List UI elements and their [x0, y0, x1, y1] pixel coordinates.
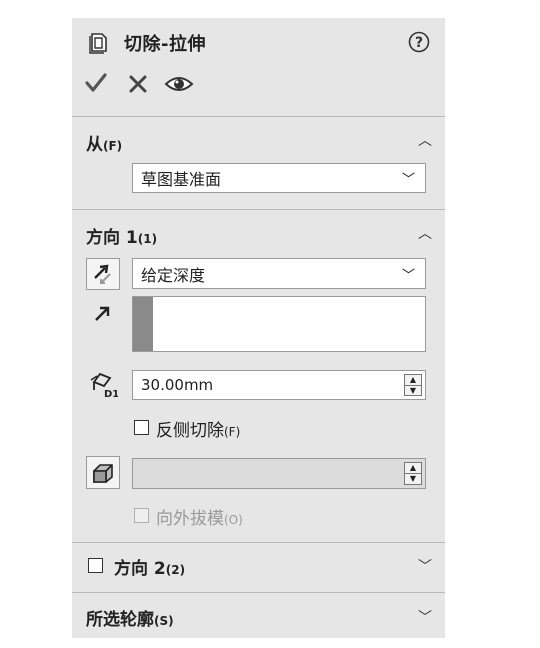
from-select[interactable]: 草图基准面 ﹀	[132, 163, 426, 193]
feature-title: 切除-拉伸	[124, 34, 206, 55]
reverse-direction-button[interactable]	[86, 258, 120, 290]
direction1-label: 方向 1	[86, 228, 138, 248]
property-manager-panel: 切除-拉伸 ? 从(F) ︿ 草图基准面 ﹀ 方向 1(1) ︿ 给定深度 ﹀ …	[72, 18, 445, 638]
depth-spinbox[interactable]: 30.00mm ▲ ▼	[132, 370, 426, 400]
draft-outward-label: 向外拔模(O)	[156, 504, 243, 529]
direction2-shortcut: (2)	[165, 563, 186, 577]
draft-icon	[93, 463, 113, 483]
depth-spinner[interactable]: ▲ ▼	[404, 374, 422, 396]
cancel-button[interactable]	[128, 74, 148, 98]
close-icon	[129, 75, 147, 93]
depth-icon: D1	[88, 370, 119, 404]
help-icon[interactable]: ?	[408, 31, 430, 57]
selection-accent-bar	[133, 297, 153, 351]
collapse-chevron-icon[interactable]: ︿	[418, 223, 432, 243]
collapse-chevron-icon[interactable]: ︿	[418, 130, 432, 150]
preview-button[interactable]	[164, 74, 194, 98]
separator	[72, 542, 445, 543]
svg-text:?: ?	[415, 35, 423, 51]
selected-contours-section-header[interactable]: 所选轮廓(S)	[86, 605, 174, 630]
draft-outward-text: 向外拔模	[156, 509, 224, 529]
direction2-label: 方向 2	[114, 559, 166, 579]
flip-side-text: 反侧切除	[156, 421, 224, 441]
depth-value: 30.00mm	[141, 376, 214, 394]
selected-contours-shortcut: (S)	[154, 614, 174, 628]
direction1-shortcut: (1)	[137, 232, 158, 246]
spin-down-icon[interactable]: ▼	[404, 474, 422, 485]
from-section-shortcut: (F)	[103, 139, 123, 153]
spin-up-icon[interactable]: ▲	[404, 462, 422, 474]
direction1-section-header[interactable]: 方向 1(1)	[86, 223, 157, 248]
checkmark-icon	[85, 73, 107, 92]
from-section-header[interactable]: 从(F)	[86, 130, 122, 155]
separator	[72, 592, 445, 593]
draft-outward-shortcut: (O)	[224, 513, 243, 527]
direction2-section-header[interactable]: 方向 2(2)	[114, 554, 185, 579]
ok-button[interactable]	[84, 72, 108, 98]
spin-down-icon[interactable]: ▼	[404, 385, 422, 396]
selected-contours-label: 所选轮廓	[86, 610, 154, 630]
spin-up-icon[interactable]: ▲	[404, 374, 422, 386]
svg-text:D1: D1	[104, 389, 118, 400]
reverse-direction-icon	[94, 264, 111, 284]
chevron-down-icon: ﹀	[401, 268, 415, 283]
direction2-checkbox[interactable]	[88, 558, 103, 573]
direction-selection-box[interactable]	[132, 296, 426, 352]
draft-spinner[interactable]: ▲ ▼	[404, 462, 422, 485]
from-section-label: 从	[86, 135, 103, 155]
flip-side-checkbox[interactable]	[134, 420, 149, 435]
draft-outward-checkbox[interactable]	[134, 508, 149, 523]
draft-angle-spinbox[interactable]: ▲ ▼	[132, 458, 426, 489]
draft-toggle-button[interactable]	[86, 456, 120, 489]
eye-icon	[164, 77, 194, 91]
end-condition-select[interactable]: 给定深度 ﹀	[132, 258, 426, 289]
direction-arrow-icon	[92, 304, 112, 328]
separator	[72, 116, 445, 117]
flip-side-shortcut: (F)	[224, 425, 241, 439]
cut-extrude-icon	[88, 30, 110, 58]
separator	[72, 209, 445, 210]
from-select-value: 草图基准面	[141, 170, 222, 189]
chevron-down-icon: ﹀	[401, 172, 415, 188]
end-condition-value: 给定深度	[141, 265, 206, 285]
flip-side-label: 反侧切除(F)	[156, 416, 240, 441]
expand-chevron-icon[interactable]: ﹀	[418, 607, 432, 627]
expand-chevron-icon[interactable]: ﹀	[418, 556, 432, 576]
